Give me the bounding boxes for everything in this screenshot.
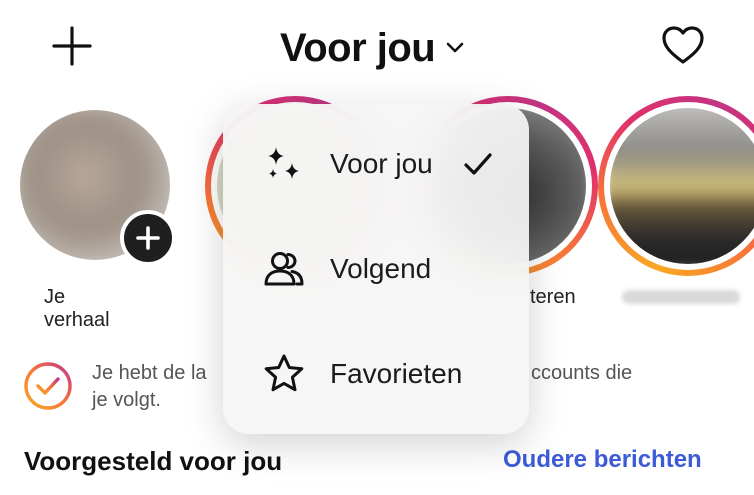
- menu-item-label: Volgend: [330, 253, 432, 284]
- menu-item-label: Voor jou: [330, 148, 433, 179]
- chevron-down-icon: [446, 42, 464, 53]
- star-icon: [261, 351, 307, 397]
- plus-circle-icon: [136, 226, 160, 250]
- people-icon: [261, 246, 307, 292]
- section-title: Voorgesteld voor jou: [24, 446, 283, 476]
- plus-icon: [52, 26, 92, 66]
- menu-item-volgend[interactable]: Volgend: [223, 219, 529, 319]
- avatar: [610, 108, 754, 264]
- feed-selector[interactable]: Voor jou: [280, 22, 465, 74]
- check-circle-icon: [24, 362, 72, 410]
- page-title: Voor jou: [280, 26, 436, 70]
- notice-line1-right: ccounts die: [531, 362, 633, 384]
- story-label: Je verhaal: [44, 286, 110, 331]
- new-post-button[interactable]: [50, 24, 94, 68]
- notifications-button[interactable]: [660, 24, 706, 66]
- checkmark-icon: [464, 153, 492, 175]
- story-label-blurred: [622, 290, 740, 304]
- add-story-button[interactable]: [120, 210, 176, 266]
- story-label: teren: [530, 286, 576, 308]
- menu-item-label: Favorieten: [330, 358, 463, 389]
- menu-item-favorieten[interactable]: Favorieten: [223, 324, 529, 424]
- heart-icon: [662, 26, 704, 64]
- menu-item-voor-jou[interactable]: Voor jou: [223, 114, 529, 214]
- notice-line2: je volgt.: [92, 389, 161, 411]
- notice-line1-left: Je hebt de la: [92, 362, 207, 384]
- feed-menu: Voor jou Volgend Favorieten: [223, 104, 529, 434]
- older-posts-link[interactable]: Oudere berichten: [503, 446, 702, 474]
- sparkles-icon: [261, 141, 307, 187]
